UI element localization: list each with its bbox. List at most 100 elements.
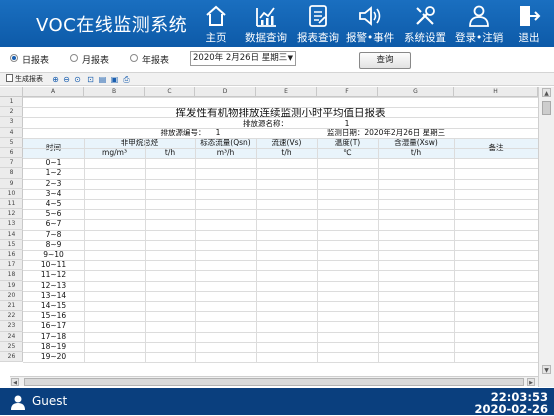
row-number[interactable]: 14 [0, 230, 23, 240]
row-number[interactable]: 21 [0, 301, 23, 312]
grid-line [23, 321, 538, 323]
grid-line [23, 199, 538, 200]
row-number[interactable]: 15 [0, 240, 23, 250]
radio-yearly-label: 年报表 [142, 56, 170, 66]
query-button[interactable]: 查询 [359, 52, 411, 69]
time-cell[interactable]: 6~7 [23, 219, 84, 229]
grid-line [23, 127, 538, 129]
grid-line [317, 137, 318, 363]
scroll-up-icon[interactable]: ▲ [542, 88, 551, 97]
grid-line [23, 270, 538, 272]
time-cell[interactable]: 5~6 [23, 209, 84, 219]
save-icon[interactable]: ▣ [110, 75, 119, 84]
time-cell[interactable]: 11~12 [23, 270, 84, 280]
horizontal-scrollbar[interactable]: ◀ ▶ [10, 376, 538, 386]
time-cell[interactable]: 0~1 [23, 158, 84, 168]
scroll-right-icon[interactable]: ▶ [527, 378, 535, 386]
time-cell[interactable]: 16~17 [23, 321, 84, 331]
time-cell[interactable]: 3~4 [23, 189, 84, 199]
column-header[interactable]: A [23, 87, 84, 97]
zoom-page-icon[interactable]: ⊡ [86, 75, 95, 84]
layout-icon[interactable]: ▤ [98, 75, 107, 84]
time-cell[interactable]: 7~8 [23, 230, 84, 240]
radio-dot [70, 54, 78, 62]
row-number[interactable]: 18 [0, 270, 23, 281]
zoom-in-icon[interactable]: ⊕ [51, 75, 60, 84]
time-cell[interactable]: 19~20 [23, 352, 84, 362]
tools-icon [416, 6, 435, 25]
time-cell[interactable]: 17~18 [23, 332, 84, 342]
row-number[interactable]: 19 [0, 281, 23, 291]
report-spreadsheet[interactable]: A B C D E F G H 1 2 3 4 5 6 7 8 9 10 11 12 13 14 15 16 1… [0, 87, 554, 387]
row-number[interactable]: 2 [0, 107, 23, 118]
row-number[interactable]: 6 [0, 148, 23, 159]
row-number[interactable]: 13 [0, 219, 23, 230]
column-header[interactable]: B [84, 87, 145, 97]
row-number[interactable]: 4 [0, 128, 23, 138]
monitor-date-label: 监测日期：2020年2月26日 星期三 [326, 128, 446, 137]
time-cell[interactable]: 12~13 [23, 281, 84, 291]
time-cell[interactable]: 8~9 [23, 240, 84, 250]
time-cell[interactable]: 1~2 [23, 168, 84, 178]
grid-line [23, 239, 538, 241]
row-number[interactable]: 22 [0, 311, 23, 322]
nav-settings-button[interactable]: 系统设置 [401, 0, 449, 47]
row-number[interactable]: 11 [0, 199, 23, 210]
grid-line [23, 97, 538, 98]
column-header[interactable]: C [145, 87, 195, 97]
report-icon [309, 5, 327, 27]
print-icon[interactable]: ⎙ [122, 75, 131, 84]
grid-line [23, 219, 538, 221]
time-cell[interactable]: 4~5 [23, 199, 84, 209]
grid-line [23, 311, 538, 313]
chart-icon [256, 7, 276, 27]
time-cell[interactable]: 13~14 [23, 291, 84, 301]
row-number[interactable]: 1 [0, 97, 23, 108]
row-number[interactable]: 24 [0, 332, 23, 342]
generate-report-button[interactable]: 生成报表 [6, 74, 43, 84]
row-number[interactable]: 23 [0, 321, 23, 332]
row-number[interactable]: 20 [0, 291, 23, 301]
row-number[interactable]: 25 [0, 342, 23, 352]
scroll-down-icon[interactable]: ▼ [542, 365, 551, 374]
grid-line [23, 362, 538, 364]
unit-moisture: t/h [410, 148, 422, 157]
row-number[interactable]: 7 [0, 158, 23, 169]
nav-data-query-button[interactable]: 数据查询 [244, 0, 288, 47]
column-header-bar: A B C D E F G H [0, 87, 538, 97]
unit-nmhc-rate: t/h [164, 148, 176, 157]
nav-report-query-button[interactable]: 报表查询 [296, 0, 340, 47]
time-cell[interactable]: 14~15 [23, 301, 84, 311]
date-picker[interactable]: 2020年 2月26日 星期三 ▼ [190, 51, 296, 66]
column-header[interactable]: G [378, 87, 454, 97]
scroll-thumb[interactable] [542, 101, 551, 115]
vertical-scrollbar[interactable]: ▲ ▼ [538, 87, 554, 387]
zoom-fit-icon[interactable]: ⊙ [73, 75, 82, 84]
row-number[interactable]: 8 [0, 168, 23, 179]
row-number[interactable]: 5 [0, 138, 23, 148]
scroll-left-icon[interactable]: ◀ [11, 378, 19, 386]
row-number[interactable]: 17 [0, 260, 23, 271]
column-header[interactable]: D [195, 87, 256, 97]
zoom-out-icon[interactable]: ⊖ [62, 75, 71, 84]
row-number[interactable]: 10 [0, 189, 23, 199]
nav-home-button[interactable]: 主页 [200, 0, 232, 47]
column-header[interactable]: H [454, 87, 538, 97]
row-number[interactable]: 12 [0, 209, 23, 220]
column-header[interactable]: E [256, 87, 317, 97]
time-cell[interactable]: 15~16 [23, 311, 84, 321]
grid-line [23, 188, 538, 190]
row-number[interactable]: 26 [0, 352, 23, 363]
column-header[interactable]: F [317, 87, 378, 97]
scroll-thumb[interactable] [24, 378, 524, 386]
time-cell[interactable]: 10~11 [23, 260, 84, 270]
nav-alarm-event-button[interactable]: 报警•事件 [346, 0, 394, 47]
time-cell[interactable]: 9~10 [23, 250, 84, 260]
time-cell[interactable]: 2~3 [23, 179, 84, 189]
row-number[interactable]: 3 [0, 117, 23, 128]
row-number[interactable]: 16 [0, 250, 23, 261]
row-number[interactable]: 9 [0, 179, 23, 189]
nav-login-logout-button[interactable]: 登录•注销 [455, 0, 503, 47]
nav-exit-button[interactable]: 退出 [512, 0, 546, 47]
time-cell[interactable]: 18~19 [23, 342, 84, 352]
